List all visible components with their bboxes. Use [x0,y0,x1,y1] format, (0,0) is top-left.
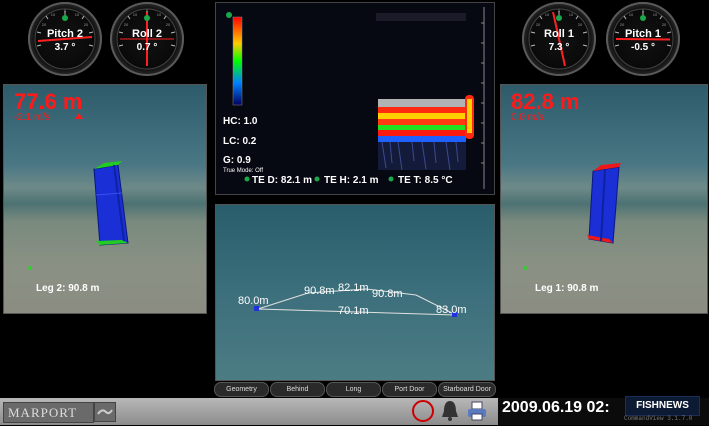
up-arrow-icon [75,113,83,119]
gauge-value: 3.7 ° [54,42,76,53]
tab-long[interactable]: Long [326,382,381,397]
echogram-image [226,7,485,189]
datetime-readout: 2009.06.19 02: [502,399,610,416]
starboard-leg-label: 90.8m [372,288,403,300]
te-depth-readout: TE D: 82.1 m [252,175,313,186]
leg2-readout: Leg 2: 90.8 m [36,283,100,294]
starboard-door-panel: 82.8 m 0.0 m/s Leg 1: 90.8 m [500,84,708,314]
gauge-scale-label: 10 [75,12,80,17]
roll2-gauge: 20 10 0 10 20 Roll 2 0.7 ° [110,2,184,76]
starboard-speed-readout: 0.0 m/s [511,112,544,123]
tab-port-door[interactable]: Port Door [382,382,437,397]
gauge-scale-label: 20 [620,22,625,27]
tab-starboard-door[interactable]: Starboard Door [438,382,496,397]
gauge-scale-label: 10 [653,12,658,17]
te-height-readout: TE H: 2.1 m [324,175,379,186]
gauge-scale-label: 20 [662,22,667,27]
hc-label: HC: 1.0 [223,116,258,127]
marport-logo: MARPORT [3,402,94,423]
bell-icon[interactable] [439,399,461,423]
gauge-scale-label: 20 [166,22,171,27]
version-label: CommandView 3.1.7.0 [624,415,693,422]
settings-button[interactable] [94,402,116,422]
gauge-scale-label: 10 [545,12,550,17]
echogram-panel: HC: 1.0 LC: 0.2 G: 0.9 True Mode: Off TE… [215,2,495,195]
gauge-value: 7.3 ° [548,42,570,53]
port-speed-readout: -2.1 m/s [14,112,51,123]
gauge-scale-label: 20 [536,22,541,27]
geometry-view: 80.0m 90.8m 82.1m 90.8m 70.1m 83.0m [215,204,495,381]
port-door-panel: 77.6 m -2.1 m/s Leg 2: 90.8 m [3,84,207,314]
tab-behind[interactable]: Behind [270,382,325,397]
gauge-scale-label: 20 [84,22,89,27]
gauge-scale-label: 10 [133,12,138,17]
headline-depth-label: 82.1m [338,282,369,294]
starboard-door-depth-label: 83.0m [436,304,467,316]
pitch2-gauge: 20 10 0 10 20 Pitch 2 3.7 ° [28,2,102,76]
tab-geometry[interactable]: Geometry [214,382,269,397]
true-mode-label: True Mode: Off [223,168,264,174]
g-label: G: 0.9 [223,155,251,166]
roll1-gauge: 20 10 0 10 20 Roll 1 7.3 ° [522,2,596,76]
gauge-scale-label: 10 [569,12,574,17]
gauge-title: Pitch 1 [624,28,662,40]
gauge-value: -0.5 ° [630,42,655,53]
fishnews-watermark: FISHNEWS [625,396,700,416]
pitch1-gauge: 20 10 0 10 20 Pitch 1 -0.5 ° [606,2,680,76]
te-temp-readout: TE T: 8.5 °C [398,175,453,186]
wave-icon [97,409,113,415]
gauge-scale-label: 20 [578,22,583,27]
door-spread-label: 70.1m [338,305,369,317]
gauge-title: Pitch 2 [46,28,84,40]
port-leg-label: 90.8m [304,285,335,297]
lc-label: LC: 0.2 [223,136,257,147]
port-door-depth-label: 80.0m [238,295,269,307]
record-button[interactable] [411,399,435,423]
gauge-scale-label: 10 [157,12,162,17]
printer-icon[interactable] [466,400,488,422]
gauge-scale-label: 20 [42,22,47,27]
gauge-scale-label: 10 [51,12,56,17]
gauge-scale-label: 10 [629,12,634,17]
gauge-value: 0.7 ° [136,42,158,53]
gauge-title: Roll 1 [544,28,574,40]
gauge-title: Roll 2 [132,28,162,40]
gauge-scale-label: 20 [124,22,129,27]
leg1-readout: Leg 1: 90.8 m [535,283,599,294]
